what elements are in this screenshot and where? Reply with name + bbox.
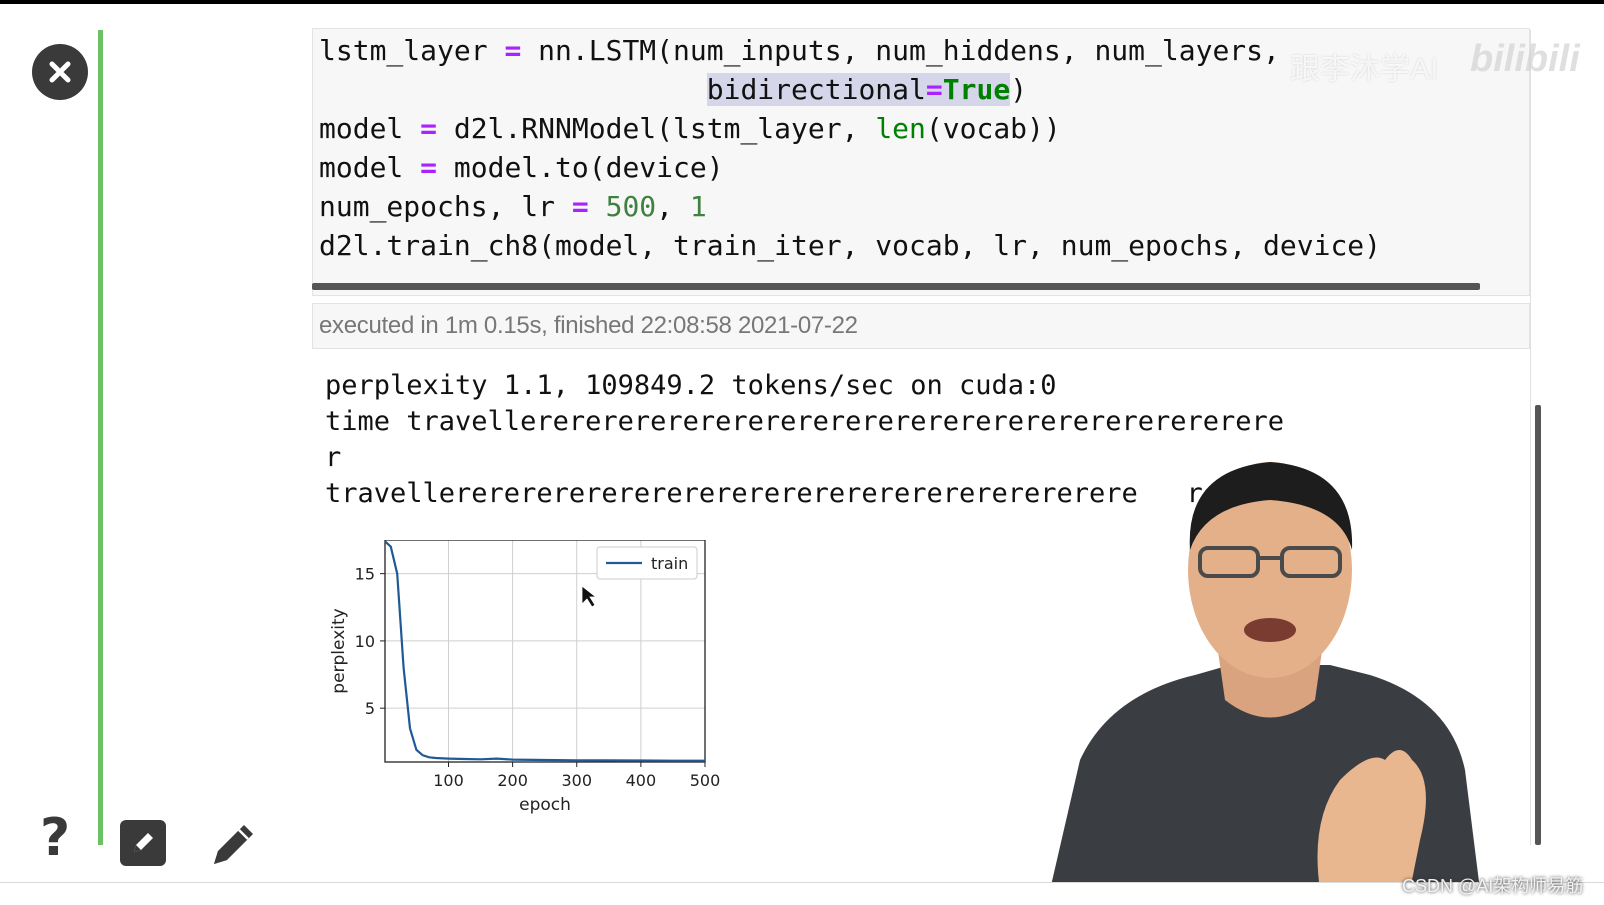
help-icon[interactable]: ? — [40, 812, 70, 864]
pencil-button[interactable] — [208, 818, 260, 870]
channel-watermark: 跟李沐学AI — [1290, 53, 1439, 86]
x-tick-label: 400 — [626, 771, 657, 790]
csdn-credit: CSDN @AI架构师易筋 — [1402, 876, 1584, 896]
y-tick-label: 10 — [355, 632, 375, 651]
pencil-icon — [214, 825, 253, 864]
perplexity-chart: 100 200 300 400 500 5 10 15 epoch perplexity train — [329, 539, 740, 845]
bilibili-logo: bilibili — [1470, 38, 1580, 80]
code-line-2: bidirectional=True) — [706, 73, 1028, 106]
mouse-cursor — [581, 585, 598, 608]
scrollbar-track — [1530, 30, 1531, 845]
y-tick-label: 15 — [355, 565, 375, 584]
presenter-video-overlay — [1050, 462, 1480, 890]
code-line-1: lstm_layer = nn.LSTM(num_inputs, num_hid… — [319, 34, 1280, 67]
legend-label: train — [651, 554, 688, 573]
bottom-border — [0, 882, 1604, 905]
chart-svg: 100 200 300 400 500 5 10 15 epoch perplexity train — [329, 539, 721, 815]
top-border — [0, 0, 1604, 4]
code-horizontal-scrollbar[interactable] — [312, 283, 1480, 290]
code-line-4: model = model.to(device) — [319, 151, 724, 184]
execution-info: executed in 1m 0.15s, finished 22:08:58 … — [312, 303, 1530, 349]
x-tick-label: 500 — [690, 771, 721, 790]
presenter-mouth — [1244, 618, 1296, 642]
x-tick-label: 300 — [561, 771, 592, 790]
x-axis-label: epoch — [519, 795, 571, 815]
close-icon — [49, 61, 71, 83]
code-line-3: model = d2l.RNNModel(lstm_layer, len(voc… — [319, 112, 1061, 145]
edit-button[interactable] — [120, 820, 166, 866]
code-line-5: num_epochs, lr = 500, 1 — [319, 190, 707, 223]
y-tick-label: 5 — [365, 699, 375, 718]
output-prediction-line-2: r — [325, 442, 342, 473]
x-tick-label: 200 — [497, 771, 528, 790]
x-tick-label: 100 — [433, 771, 464, 790]
output-perplexity-line: perplexity 1.1, 109849.2 tokens/sec on c… — [325, 370, 1057, 401]
close-button[interactable] — [32, 44, 88, 100]
edit-icon — [134, 833, 153, 852]
code-line-6: d2l.train_ch8(model, train_iter, vocab, … — [319, 229, 1382, 262]
scrollbar-thumb[interactable] — [1535, 405, 1541, 845]
y-axis-label: perplexity — [330, 608, 349, 693]
output-prediction-line-1: time travellerererererererererererererer… — [325, 406, 1285, 437]
cell-selection-bar — [98, 30, 103, 845]
